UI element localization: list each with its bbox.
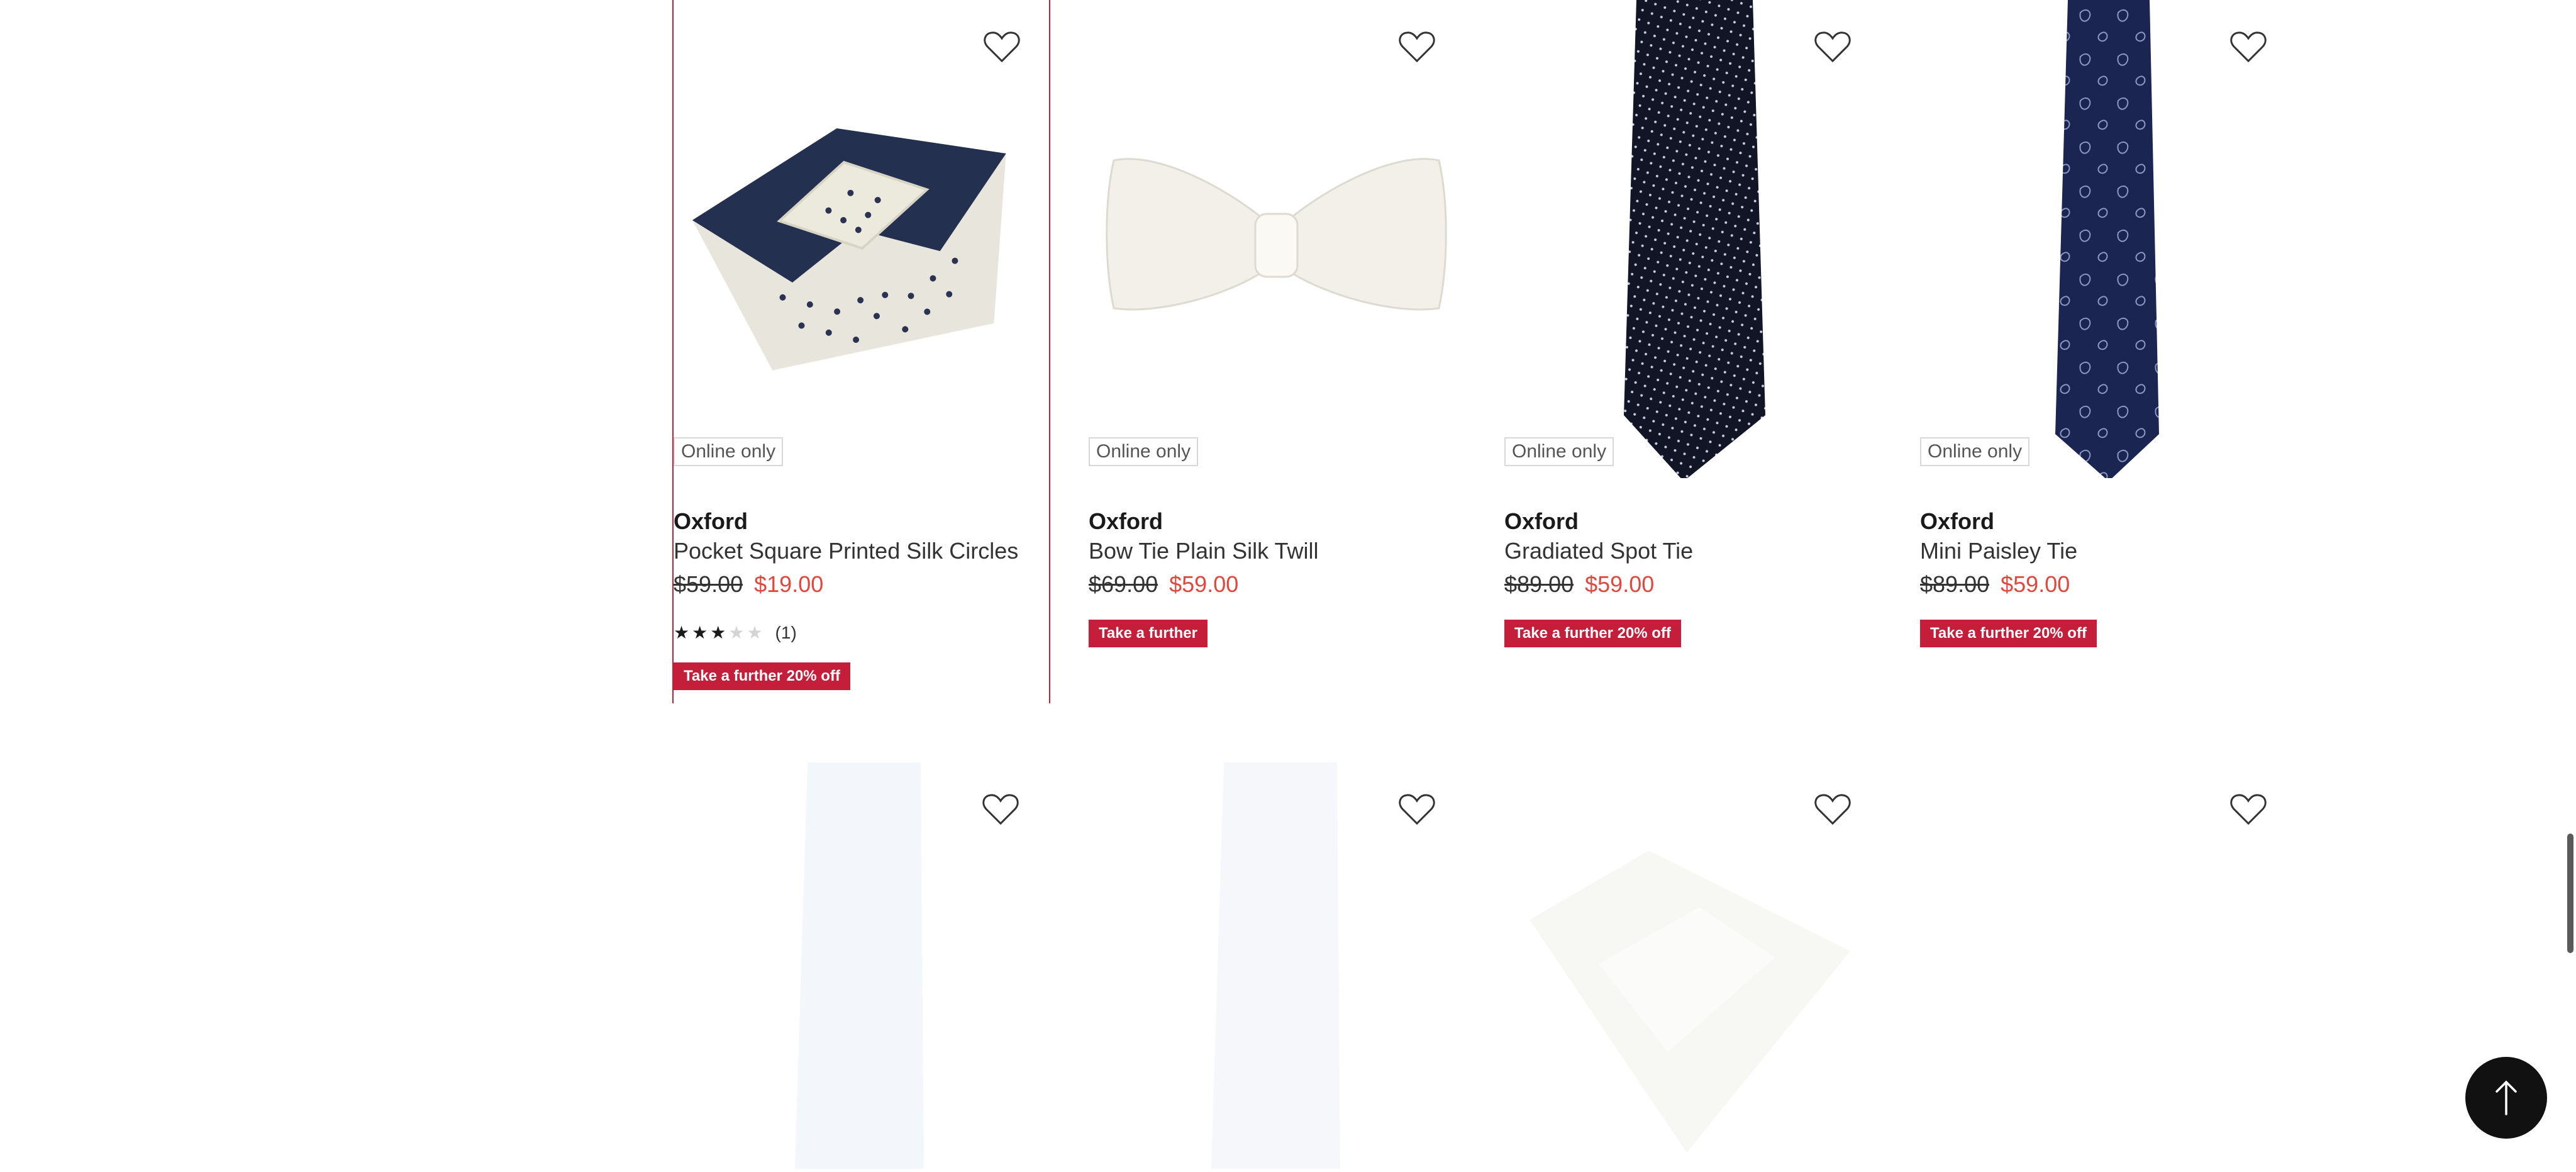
was-price: $89.00	[1504, 571, 1574, 597]
promo-badge: Take a further 20% off	[1504, 620, 1681, 647]
star-rating[interactable]: ★ ★ ★ ★ ★ (1)	[674, 623, 797, 643]
star-filled-icon: ★	[692, 623, 708, 642]
product-brand: Oxford	[674, 508, 748, 534]
sale-price: $59.00	[2001, 571, 2070, 597]
heart-outline-icon	[1399, 31, 1435, 63]
product-card[interactable]	[1504, 762, 1880, 1169]
product-card[interactable]: Online only Oxford Mini Paisley Tie $89.…	[1920, 0, 2296, 667]
back-to-top-button[interactable]	[2465, 1057, 2547, 1139]
promo-badge: Take a further 20% off	[674, 662, 850, 690]
product-name[interactable]: Bow Tie Plain Silk Twill	[1089, 538, 1318, 564]
heart-outline-icon	[1399, 794, 1435, 825]
product-brand: Oxford	[1504, 508, 1579, 534]
product-name[interactable]: Gradiated Spot Tie	[1504, 538, 1693, 564]
promo-badge: Take a further 20% off	[1920, 620, 2097, 647]
product-image[interactable]	[1920, 0, 2296, 481]
was-price: $89.00	[1920, 571, 1990, 597]
sale-price: $59.00	[1585, 571, 1655, 597]
wishlist-button[interactable]	[2226, 788, 2270, 832]
wishlist-button[interactable]	[2226, 25, 2270, 69]
scrollbar-thumb[interactable]	[2567, 834, 2573, 953]
arrow-up-icon	[2496, 1080, 2517, 1115]
product-image[interactable]	[1089, 0, 1464, 478]
star-filled-icon: ★	[674, 623, 690, 642]
heart-outline-icon	[2230, 794, 2267, 825]
product-card[interactable]	[1920, 762, 2296, 1169]
product-name[interactable]: Mini Paisley Tie	[1920, 538, 2077, 564]
product-card[interactable]	[1089, 762, 1464, 1169]
star-filled-icon: ★	[710, 623, 726, 642]
product-price: $59.00 $19.00	[674, 571, 823, 598]
online-only-badge: Online only	[1920, 437, 2030, 466]
product-card[interactable]: Online only Oxford Bow Tie Plain Silk Tw…	[1089, 0, 1464, 667]
product-price: $89.00 $59.00	[1920, 571, 2070, 598]
heart-outline-icon	[2230, 31, 2267, 63]
wishlist-button[interactable]	[980, 25, 1024, 69]
online-only-badge: Online only	[1504, 437, 1614, 466]
was-price: $59.00	[674, 571, 743, 597]
product-price: $89.00 $59.00	[1504, 571, 1654, 598]
product-card[interactable]	[672, 762, 1048, 1169]
product-image[interactable]	[674, 0, 1049, 478]
product-price: $69.00 $59.00	[1089, 571, 1238, 598]
star-empty-icon: ★	[728, 623, 745, 642]
product-name[interactable]: Pocket Square Printed Silk Circles	[674, 538, 1018, 564]
was-price: $69.00	[1089, 571, 1158, 597]
product-image[interactable]	[1504, 0, 1880, 481]
wishlist-button[interactable]	[1811, 788, 1855, 832]
wishlist-button[interactable]	[1811, 25, 1855, 69]
product-brand: Oxford	[1920, 508, 1995, 534]
product-card[interactable]: Online only Oxford Pocket Square Printed…	[672, 0, 1050, 703]
wishlist-button[interactable]	[1395, 788, 1439, 832]
heart-outline-icon	[982, 794, 1019, 825]
star-empty-icon: ★	[747, 623, 763, 642]
online-only-badge: Online only	[1089, 437, 1199, 466]
heart-outline-icon	[984, 31, 1020, 63]
online-only-badge: Online only	[674, 437, 784, 466]
sale-price: $19.00	[754, 571, 824, 597]
product-brand: Oxford	[1089, 508, 1163, 534]
rating-count: (1)	[775, 623, 797, 642]
heart-outline-icon	[1814, 794, 1851, 825]
page-scrollbar[interactable]	[2566, 0, 2576, 1169]
wishlist-button[interactable]	[1395, 25, 1439, 69]
sale-price: $59.00	[1169, 571, 1239, 597]
product-card[interactable]: Online only Oxford Gradiated Spot Tie $8…	[1504, 0, 1880, 667]
wishlist-button[interactable]	[979, 788, 1023, 832]
heart-outline-icon	[1814, 31, 1851, 63]
promo-badge: Take a further	[1089, 620, 1208, 647]
